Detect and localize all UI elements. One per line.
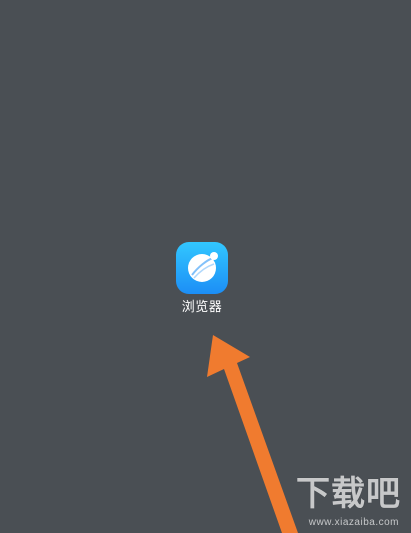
home-screen: 浏览器 下载吧 www.xiazaiba.com xyxy=(0,0,411,533)
browser-globe-icon[interactable] xyxy=(176,242,228,294)
xiazaiba-watermark-logo: 下载吧 xyxy=(296,474,401,514)
browser-app-label: 浏览器 xyxy=(181,300,223,315)
xiazaiba-watermark-url: www.xiazaiba.com xyxy=(308,517,399,528)
browser-app-shortcut[interactable]: 浏览器 xyxy=(166,242,246,322)
